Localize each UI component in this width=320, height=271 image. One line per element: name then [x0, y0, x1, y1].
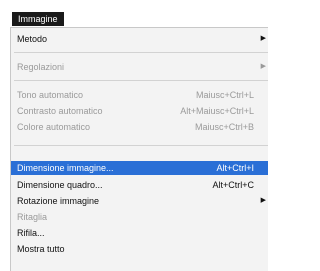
- menu-item-label: Ritaglia: [17, 212, 48, 222]
- menu-item-label: Dimensione immagine...: [17, 163, 114, 173]
- menu-item-tono-automatico[interactable]: Tono automatico Maiusc+Ctrl+L: [11, 88, 268, 102]
- menu-item-label: Mostra tutto: [17, 244, 65, 254]
- image-dropdown-menu: Metodo ▶ Regolazioni ▶ Tono automatico M…: [10, 27, 268, 271]
- menu-item-dimensione-immagine[interactable]: Dimensione immagine... Alt+Ctrl+I: [11, 161, 268, 175]
- menu-item-contrasto-automatico[interactable]: Contrasto automatico Alt+Maiusc+Ctrl+L: [11, 104, 268, 118]
- menu-item-label: Metodo: [17, 34, 48, 44]
- menu-item-label: Rifila...: [17, 228, 45, 238]
- menu-item-dimensione-quadro[interactable]: Dimensione quadro... Alt+Ctrl+C: [11, 178, 268, 192]
- menu-separator: [14, 80, 268, 81]
- menu-item-label: Tono automatico: [17, 90, 84, 100]
- menu-item-shortcut: Alt+Ctrl+C: [212, 180, 254, 190]
- menu-title-immagine[interactable]: Immagine: [12, 12, 64, 26]
- menu-item-rotazione-immagine[interactable]: Rotazione immagine ▶: [11, 194, 268, 208]
- chevron-right-icon: ▶: [260, 35, 266, 42]
- menu-item-mostra-tutto[interactable]: Mostra tutto: [11, 242, 268, 256]
- chevron-right-icon: ▶: [260, 63, 266, 70]
- menu-item-regolazioni[interactable]: Regolazioni ▶: [11, 60, 268, 74]
- menu-item-label: Rotazione immagine: [17, 196, 100, 206]
- chevron-right-icon: ▶: [260, 197, 266, 204]
- menu-item-shortcut: Alt+Ctrl+I: [216, 163, 254, 173]
- app-window: Immagine Metodo ▶ Regolazioni ▶ Tono aut…: [0, 0, 268, 271]
- menu-item-metodo[interactable]: Metodo ▶: [11, 32, 268, 46]
- menu-separator: [14, 52, 268, 53]
- menu-item-rifila[interactable]: Rifila...: [11, 226, 268, 240]
- menu-separator: [14, 145, 268, 146]
- menu-item-ritaglia[interactable]: Ritaglia: [11, 210, 268, 224]
- menu-item-label: Contrasto automatico: [17, 106, 103, 116]
- menu-item-label: Colore automatico: [17, 122, 91, 132]
- menu-item-label: Dimensione quadro...: [17, 180, 103, 190]
- menu-item-shortcut: Maiusc+Ctrl+L: [195, 90, 254, 100]
- menu-item-shortcut: Alt+Maiusc+Ctrl+L: [180, 106, 254, 116]
- menu-item-shortcut: Maiusc+Ctrl+B: [194, 122, 254, 132]
- menu-item-label: Regolazioni: [17, 62, 65, 72]
- menu-item-colore-automatico[interactable]: Colore automatico Maiusc+Ctrl+B: [11, 120, 268, 134]
